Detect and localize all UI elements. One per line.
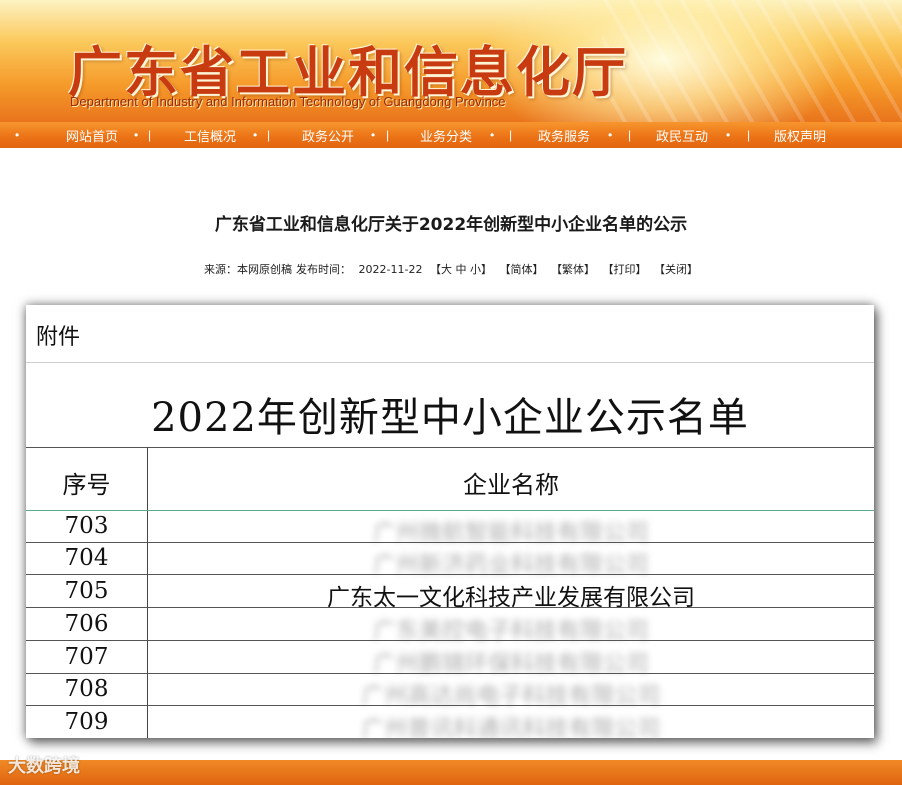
nav-bullet-icon: • <box>726 128 731 142</box>
nav-item-copyright[interactable]: 版权声明 <box>741 126 859 145</box>
date-label: 发布时间： <box>296 263 352 276</box>
nav-bullet-icon: • <box>15 128 20 142</box>
row-seq: 703 <box>64 513 109 539</box>
row-seq: 707 <box>64 644 109 670</box>
main-nav: 网站首页 工信概况 政务公开 业务分类 政务服务 政民互动 版权声明 • • |… <box>0 122 902 148</box>
watermark-logo: 大数跨境 <box>8 752 80 778</box>
document-title: 2022年创新型中小企业公示名单 <box>151 395 749 441</box>
row-company-name: 广州普讯科通讯科技有限公司 <box>361 716 661 742</box>
nav-bullet-icon: • <box>490 128 495 142</box>
nav-item-services[interactable]: 政务服务 <box>505 126 623 145</box>
nav-separator: | <box>509 128 513 142</box>
table-divider <box>26 542 874 543</box>
article-title: 广东省工业和信息化厅关于2022年创新型中小企业名单的公示 <box>214 215 688 235</box>
nav-separator: | <box>267 128 271 142</box>
table-divider <box>26 607 874 608</box>
row-seq: 708 <box>64 676 109 702</box>
table-divider <box>26 640 874 641</box>
nav-separator: | <box>628 128 632 142</box>
source-label: 来源：本网原创稿 <box>204 263 293 276</box>
table-divider <box>26 510 874 511</box>
close-button[interactable]: 【关闭】 <box>654 263 698 276</box>
nav-separator: | <box>148 128 152 142</box>
banner-decoration <box>602 0 902 122</box>
table-divider <box>26 447 874 448</box>
article-meta: 来源：本网原创稿 发布时间： 2022-11-22 【大 中 小】 【简体】 【繁… <box>0 261 902 277</box>
nav-separator: | <box>386 128 390 142</box>
attachment-label: 附件 <box>36 325 81 350</box>
table-divider <box>26 705 874 706</box>
nav-bullet-icon: • <box>134 128 139 142</box>
print-button[interactable]: 【打印】 <box>602 263 646 276</box>
nav-bullet-icon: • <box>371 128 376 142</box>
watermark-text: 大数跨境 <box>8 756 80 777</box>
traditional-button[interactable]: 【繁体】 <box>551 263 595 276</box>
row-seq: 706 <box>64 611 109 637</box>
row-seq: 704 <box>64 545 109 571</box>
nav-bullet-icon: • <box>608 128 613 142</box>
attachment-image: 附件 2022年创新型中小企业公示名单 序号 企业名称 703 广州微航智能科技… <box>26 305 874 742</box>
nav-item-overview[interactable]: 工信概况 <box>151 126 269 145</box>
row-seq: 705 <box>64 578 109 604</box>
table-divider <box>26 362 874 363</box>
header-banner: 广东省工业和信息化厅 Department of Industry and In… <box>0 0 902 122</box>
header-seq: 序号 <box>62 471 111 499</box>
nav-bullet-icon: • <box>253 128 258 142</box>
nav-item-business[interactable]: 业务分类 <box>387 126 505 145</box>
nav-separator: | <box>747 128 751 142</box>
row-seq: 709 <box>64 709 109 735</box>
footer-bar <box>0 760 902 785</box>
table-divider <box>26 673 874 674</box>
nav-item-gov-affairs[interactable]: 政务公开 <box>269 126 387 145</box>
header-company-name: 企业名称 <box>463 471 559 499</box>
table-divider <box>26 574 874 575</box>
publish-date: 2022-11-22 <box>358 263 423 276</box>
site-subtitle: Department of Industry and Information T… <box>70 94 506 109</box>
font-size-switch[interactable]: 【大 中 小】 <box>430 263 492 276</box>
simplified-button[interactable]: 【简体】 <box>499 263 543 276</box>
nav-item-interaction[interactable]: 政民互动 <box>623 126 741 145</box>
